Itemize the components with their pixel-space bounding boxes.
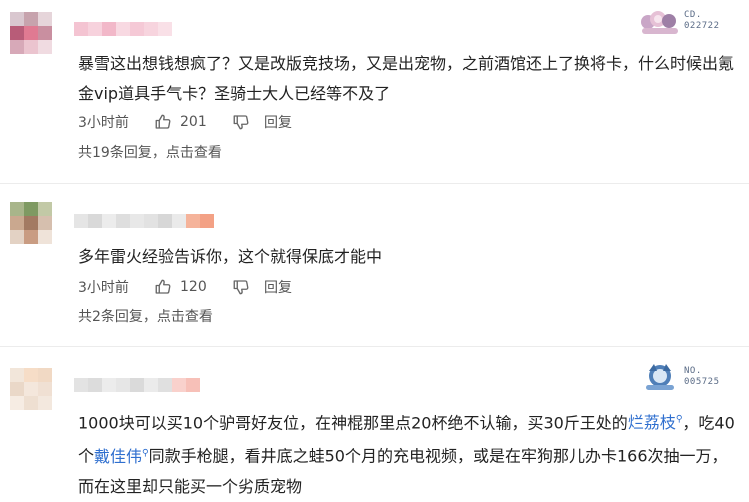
topic-link-text: 烂荔枝 — [627, 413, 676, 433]
badge-label: NO. — [684, 366, 702, 376]
topic-link-daijiawei[interactable]: 戴佳伟⚲ — [94, 447, 149, 466]
anime-fan-badge-icon — [640, 362, 680, 392]
thumbs-up-icon — [154, 278, 172, 296]
thumbs-down-icon — [232, 113, 250, 131]
fan-badge[interactable]: CD. 022722 — [640, 6, 720, 36]
comment-text: 1000块可以买10个驴哥好友位，在神棍那里点20杯绝不认输，买30斤王处的烂荔… — [78, 405, 738, 502]
reply-button[interactable]: 回复 — [264, 277, 292, 297]
comment-time: 3小时前 — [78, 280, 129, 296]
view-replies-link[interactable]: 共19条回复，点击查看 — [78, 142, 222, 162]
thumbs-up-icon — [154, 113, 172, 131]
divider — [0, 346, 749, 347]
avatar[interactable] — [10, 202, 52, 244]
like-count: 201 — [180, 114, 207, 130]
text-segment: 同款手枪腿，看井底之蛙50个月的充电视频，或是在牢狗那儿办卡166次抽一万，而在… — [78, 446, 728, 496]
dislike-button[interactable] — [232, 278, 264, 296]
avatar[interactable] — [10, 368, 52, 410]
comment-text: 暴雪这出想钱想疯了？又是改版竞技场，又是出宠物，之前酒馆还上了换将卡，什么时候出… — [78, 54, 735, 103]
reply-button[interactable]: 回复 — [264, 112, 292, 132]
search-icon: ⚲ — [142, 448, 149, 459]
view-replies-link[interactable]: 共2条回复，点击查看 — [78, 306, 213, 326]
anime-fan-badge-icon — [640, 6, 680, 36]
badge-label: CD. — [684, 10, 702, 20]
like-button[interactable]: 201 — [154, 113, 228, 131]
badge-number: 022722 — [684, 21, 720, 31]
comment-time: 3小时前 — [78, 115, 129, 131]
dislike-button[interactable] — [232, 113, 264, 131]
comment-text: 多年雷火经验告诉你，这个就得保底才能中 — [78, 247, 383, 266]
username-blurred[interactable] — [74, 378, 200, 392]
avatar[interactable] — [10, 12, 52, 54]
topic-link-text: 戴佳伟 — [94, 446, 143, 466]
divider — [0, 183, 749, 184]
like-count: 120 — [180, 279, 207, 295]
badge-number: 005725 — [684, 377, 720, 387]
text-segment: 1000块可以买10个驴哥好友位，在神棍那里点20杯绝不认输，买30斤王处的 — [78, 413, 628, 433]
username-blurred[interactable] — [74, 214, 214, 228]
fan-badge[interactable]: NO. 005725 — [640, 362, 720, 392]
username-blurred[interactable] — [74, 22, 172, 36]
topic-link-lizhi[interactable]: 烂荔枝⚲ — [628, 413, 683, 432]
thumbs-down-icon — [232, 278, 250, 296]
like-button[interactable]: 120 — [154, 278, 228, 296]
